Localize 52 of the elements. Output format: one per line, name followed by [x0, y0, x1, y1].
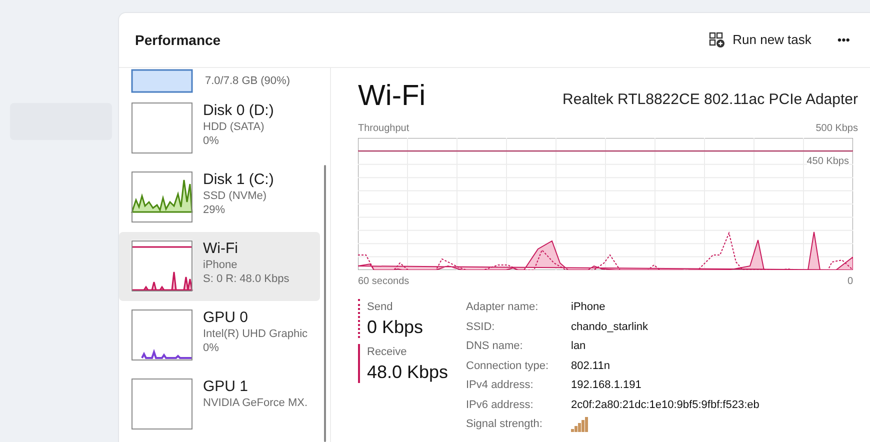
- property-value: lan: [571, 339, 587, 354]
- item-subtitle: NVIDIA GeForce MX.: [203, 396, 308, 410]
- item-title: Disk 1 (C:): [203, 171, 274, 190]
- chart-label: Throughput: [358, 122, 410, 136]
- item-value: 29%: [203, 204, 226, 218]
- chart-end-label: 0: [847, 275, 853, 289]
- item-subtitle: Intel(R) UHD Graphic: [203, 328, 308, 342]
- property-label: Adapter name:: [466, 300, 540, 315]
- item-value: S: 0 R: 48.0 Kbps: [203, 272, 290, 286]
- item-title: GPU 0: [203, 309, 250, 328]
- property-label: Connection type:: [466, 358, 550, 374]
- property-label: SSID:: [466, 320, 496, 334]
- thumbnail-graph: [131, 240, 193, 292]
- more-options-button[interactable]: •••: [833, 31, 854, 49]
- property-value: 802.11n: [571, 358, 611, 374]
- item-title: Disk 0 (D:): [203, 102, 274, 121]
- item-subtitle: HDD (SATA): [203, 120, 266, 134]
- thumbnail-graph: [131, 69, 193, 93]
- page-title: Performance: [135, 30, 221, 50]
- property-label: IPv6 address:: [466, 398, 534, 412]
- chart-max-label: 500 Kbps: [816, 122, 858, 136]
- scrollbar-thumb[interactable]: [324, 165, 326, 442]
- item-title: Wi-Fi: [203, 240, 239, 259]
- property-label: IPv4 address:: [466, 378, 534, 393]
- thumbnail-graph: [131, 102, 193, 154]
- receive-value: 48.0 Kbps: [367, 360, 450, 383]
- detail-title: Wi-Fi: [358, 82, 426, 111]
- item-value: 0%: [203, 134, 220, 148]
- send-label: Send: [367, 300, 394, 315]
- property-value: iPhone: [571, 300, 606, 315]
- signal-strength-icon: [571, 416, 589, 432]
- adapter-name: Realtek RTL8822CE 802.11ac PCIe Adapter: [562, 90, 858, 110]
- property-value: 192.168.1.191: [571, 378, 642, 393]
- new-task-icon: [708, 32, 725, 48]
- thumbnail-graph: [131, 309, 193, 361]
- sidebar-item[interactable]: Wi-Fi iPhone S: 0 R: 48.0 Kbps: [119, 232, 320, 301]
- send-value: 0 Kbps: [367, 316, 424, 338]
- chart-time-label: 60 seconds: [358, 275, 410, 289]
- item-title: GPU 1: [203, 378, 250, 397]
- property-value: 2c0f:2a80:21dc:1e10:9bf5:9fbf:f523:eb: [571, 398, 760, 412]
- property-value: chando_starlink: [571, 320, 650, 334]
- chart-line-label: 450 Kbps: [806, 154, 849, 169]
- property-label: Signal strength:: [466, 417, 544, 432]
- item-subtitle: SSD (NVMe): [203, 190, 268, 204]
- thumbnail-graph: [131, 378, 193, 430]
- item-subtitle: iPhone: [203, 258, 238, 272]
- run-new-task-button[interactable]: Run new task: [700, 26, 820, 54]
- thumbnail-graph: [131, 171, 193, 223]
- item-value: 0%: [203, 342, 220, 356]
- receive-label: Receive: [367, 345, 408, 360]
- item-value: 7.0/7.8 GB (90%): [205, 74, 290, 89]
- property-label: DNS name:: [466, 339, 524, 354]
